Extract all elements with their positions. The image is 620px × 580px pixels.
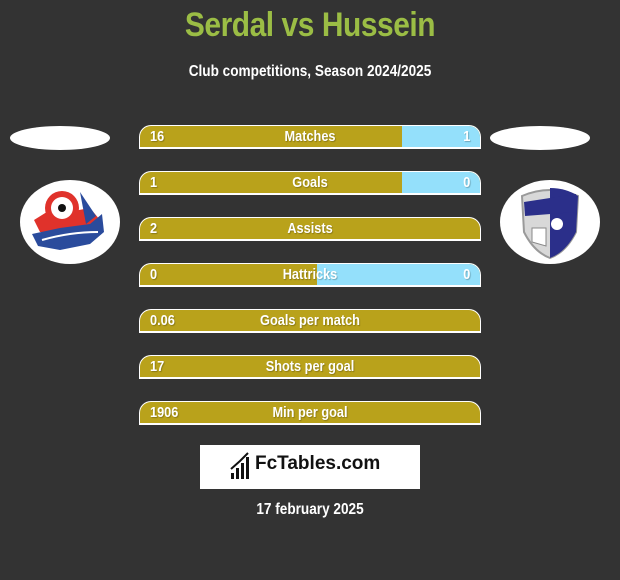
left-player-placeholder (10, 126, 110, 150)
page-title: Serdal vs Hussein (184, 6, 436, 44)
stat-label: Shots per goal (265, 358, 355, 375)
stat-label: Assists (287, 220, 333, 237)
report-date: 17 february 2025 (256, 501, 364, 518)
stat-row-assists: Assists 2 (139, 217, 481, 241)
right-value: 0 (462, 266, 470, 283)
competition-subtitle: Club competitions, Season 2024/2025 (188, 63, 432, 80)
right-team-logo[interactable] (500, 180, 600, 264)
right-value: 0 (462, 174, 470, 191)
left-value: 16 (150, 128, 165, 145)
left-team-logo[interactable] (20, 180, 120, 264)
brand-name: FcTables.com (255, 453, 381, 474)
right-player-placeholder (490, 126, 590, 150)
left-value: 1 (150, 174, 158, 191)
stat-label: Goals per match (260, 312, 360, 329)
right-value: 1 (462, 128, 470, 145)
stat-row-min-per-goal: Min per goal 1906 (139, 401, 481, 425)
stat-row-shots-per-goal: Shots per goal 17 (139, 355, 481, 379)
left-value: 17 (150, 358, 165, 375)
stat-row-goals-per-match: Goals per match 0.06 (139, 309, 481, 333)
stat-label: Goals (292, 174, 328, 191)
left-value: 1906 (150, 404, 179, 421)
stat-row-hattricks: Hattricks 0 0 (139, 263, 481, 287)
shark-crest-icon (32, 191, 104, 250)
left-value: 2 (150, 220, 158, 237)
stat-label: Matches (284, 128, 336, 145)
stat-row-goals: Goals 1 0 (139, 171, 481, 195)
left-value: 0.06 (150, 312, 175, 329)
fctables-brand-link[interactable]: FcTables.com (200, 445, 420, 489)
left-value: 0 (150, 266, 158, 283)
shield-crest-icon (520, 188, 580, 260)
bar-chart-icon (230, 452, 249, 479)
stat-row-matches: Matches 16 1 (139, 125, 481, 149)
stat-label: Hattricks (282, 266, 338, 283)
stat-label: Min per goal (272, 404, 348, 421)
